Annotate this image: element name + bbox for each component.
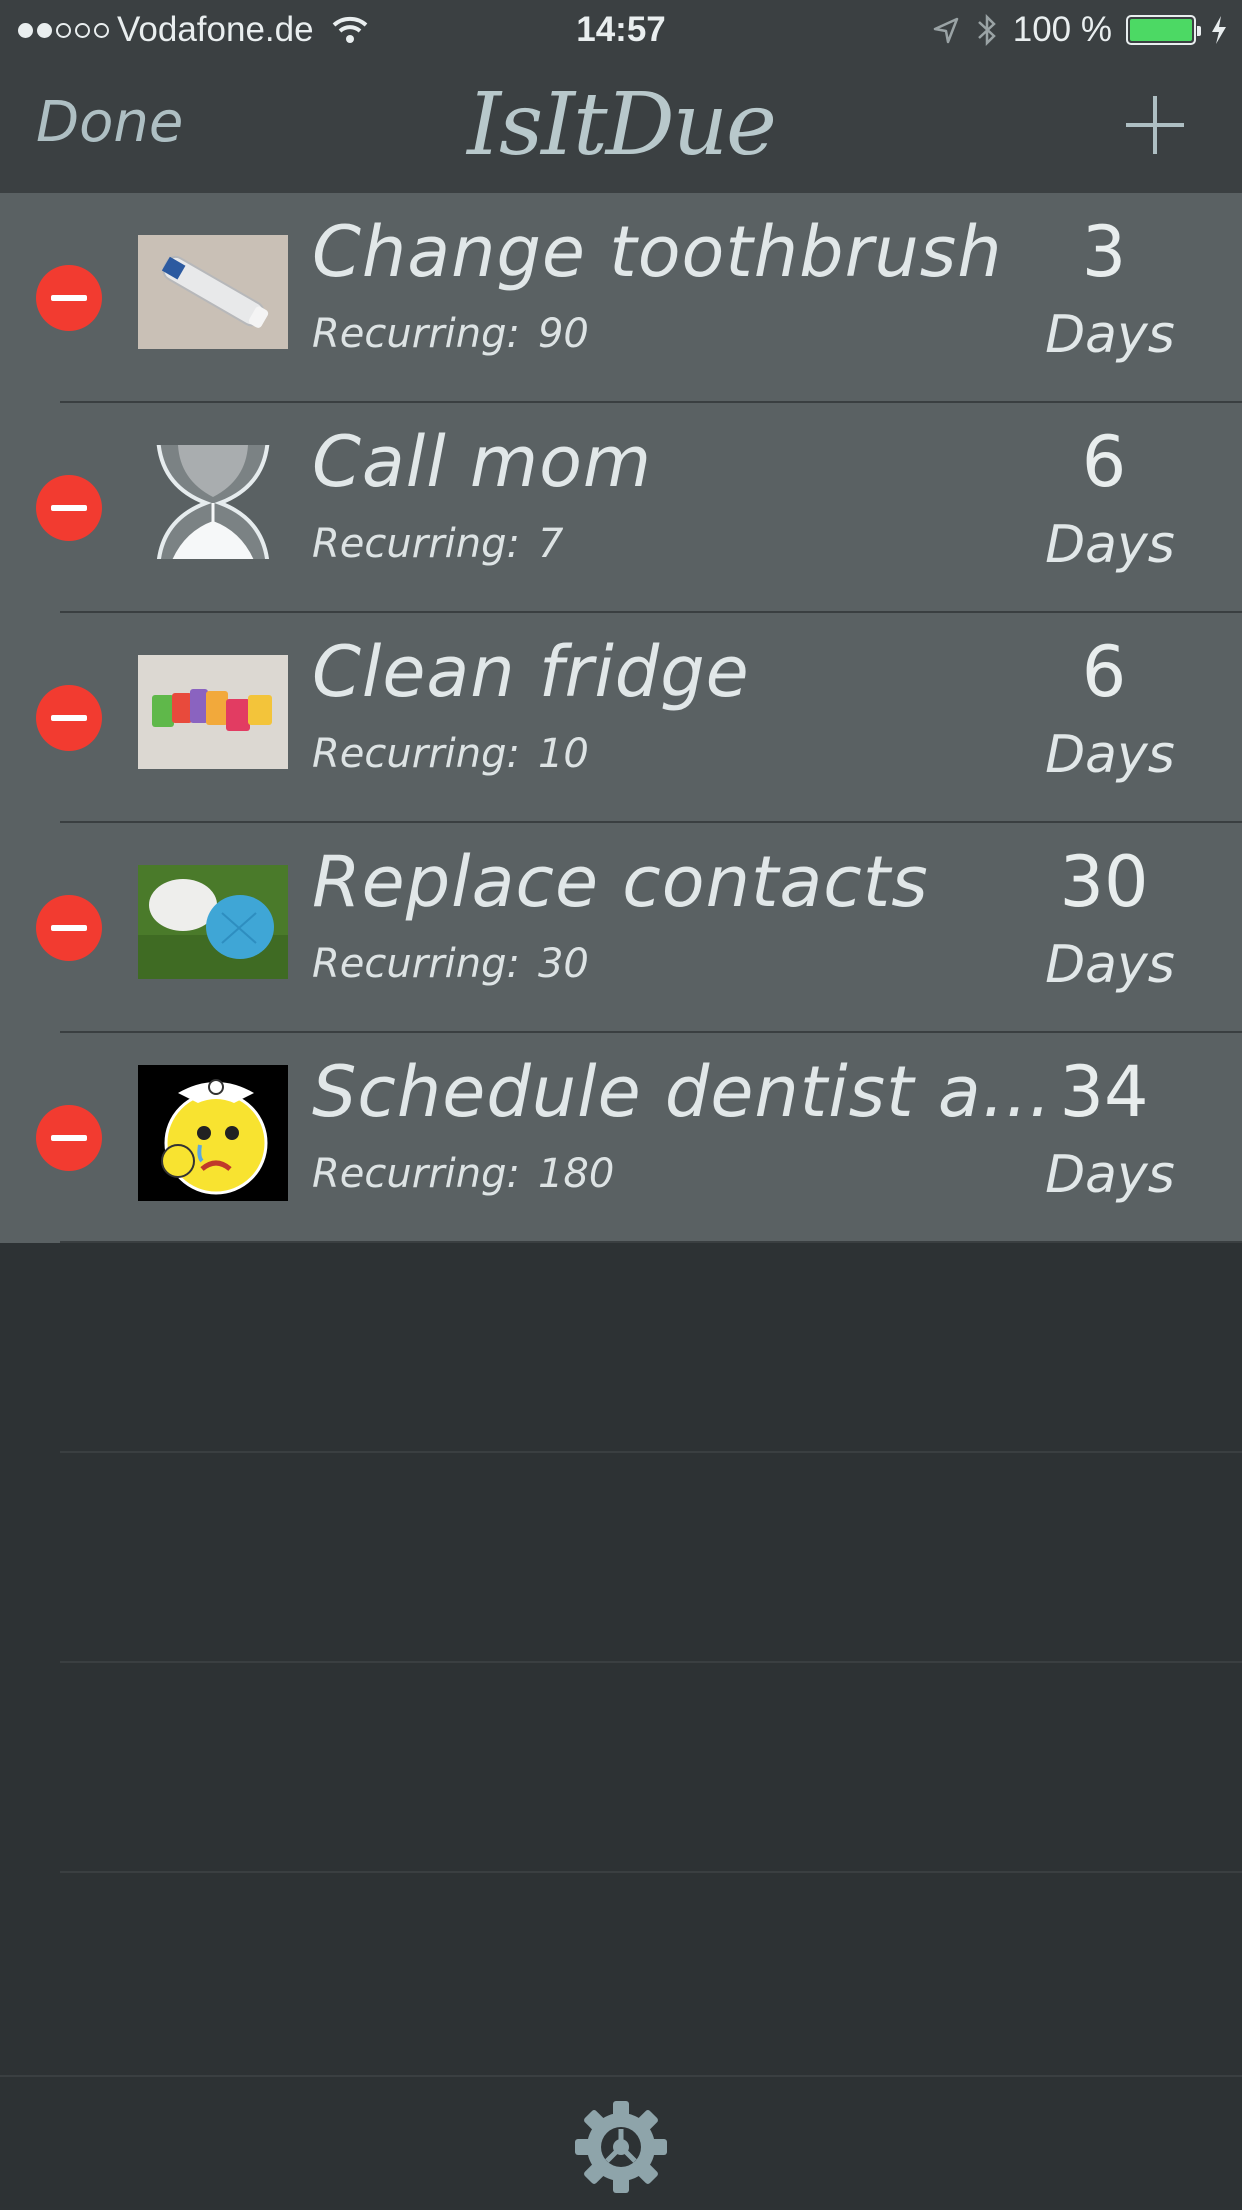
charging-bolt-icon xyxy=(1212,16,1226,44)
days-label: Days xyxy=(1045,305,1175,365)
location-arrow-icon xyxy=(933,17,958,44)
recurring-label: Recurring: xyxy=(312,1151,520,1197)
bluetooth-icon xyxy=(977,13,996,47)
task-title: Clean fridge xyxy=(312,631,750,713)
app-title: IsItDue xyxy=(467,75,777,175)
task-list: Change toothbrush Recurring: 90 3 Days Ca… xyxy=(0,193,1242,1243)
recurring-value: 10 xyxy=(537,731,589,777)
task-title: Replace contacts xyxy=(312,841,929,923)
contact-case-photo xyxy=(138,865,288,979)
task-title: Call mom xyxy=(312,421,653,503)
task-recurring: Recurring: 7 xyxy=(312,521,563,567)
battery-icon xyxy=(1126,15,1201,45)
row-divider xyxy=(60,1241,1242,1243)
toothache-emoji xyxy=(138,1065,288,1201)
empty-row-divider xyxy=(60,1451,1242,1453)
task-recurring: Recurring: 10 xyxy=(312,731,589,777)
bottom-toolbar xyxy=(0,2075,1242,2210)
recurring-label: Recurring: xyxy=(312,941,520,987)
recurring-value: 30 xyxy=(537,941,589,987)
hourglass-icon xyxy=(138,445,288,559)
recurring-value: 180 xyxy=(537,1151,615,1197)
recurring-label: Recurring: xyxy=(312,731,520,777)
days-label: Days xyxy=(1045,1145,1175,1205)
recurring-label: Recurring: xyxy=(312,311,520,357)
task-row[interactable]: Replace contacts Recurring: 30 30 Days xyxy=(0,823,1242,1033)
gear-icon[interactable] xyxy=(573,2099,669,2195)
delete-button[interactable] xyxy=(36,685,102,751)
task-row[interactable]: Clean fridge Recurring: 10 6 Days xyxy=(0,613,1242,823)
empty-row-divider xyxy=(60,1871,1242,1873)
empty-row-divider xyxy=(60,1661,1242,1663)
delete-button[interactable] xyxy=(36,475,102,541)
task-row[interactable]: Schedule dentist appointment Recurring: 1… xyxy=(0,1033,1242,1243)
days-remaining: 6 xyxy=(1081,631,1127,713)
navigation-bar: Done IsItDue xyxy=(0,60,1242,193)
delete-button[interactable] xyxy=(36,895,102,961)
delete-button[interactable] xyxy=(36,1105,102,1171)
days-label: Days xyxy=(1045,515,1175,575)
task-title: Schedule dentist appointment xyxy=(312,1051,1060,1133)
task-title: Change toothbrush xyxy=(312,211,1003,293)
task-row[interactable]: Call mom Recurring: 7 6 Days xyxy=(0,403,1242,613)
days-label: Days xyxy=(1045,725,1175,785)
task-recurring: Recurring: 180 xyxy=(312,1151,614,1197)
days-remaining: 30 xyxy=(1059,841,1149,923)
status-bar: Vodafone.de 14:57 100 % xyxy=(0,0,1242,60)
battery-percent: 100 % xyxy=(1012,10,1112,49)
delete-button[interactable] xyxy=(36,265,102,331)
task-row[interactable]: Change toothbrush Recurring: 90 3 Days xyxy=(0,193,1242,403)
recurring-value: 7 xyxy=(537,521,564,567)
days-remaining: 3 xyxy=(1081,211,1127,293)
days-label: Days xyxy=(1045,935,1175,995)
status-right: 100 % xyxy=(931,10,1228,50)
fridge-letters-photo xyxy=(138,655,288,769)
days-remaining: 34 xyxy=(1059,1051,1149,1133)
recurring-label: Recurring: xyxy=(312,521,520,567)
days-remaining: 6 xyxy=(1081,421,1127,503)
toothbrush-photo xyxy=(138,235,288,349)
task-recurring: Recurring: 30 xyxy=(312,941,589,987)
plus-icon[interactable] xyxy=(1120,90,1190,160)
recurring-value: 90 xyxy=(537,311,589,357)
task-recurring: Recurring: 90 xyxy=(312,311,589,357)
